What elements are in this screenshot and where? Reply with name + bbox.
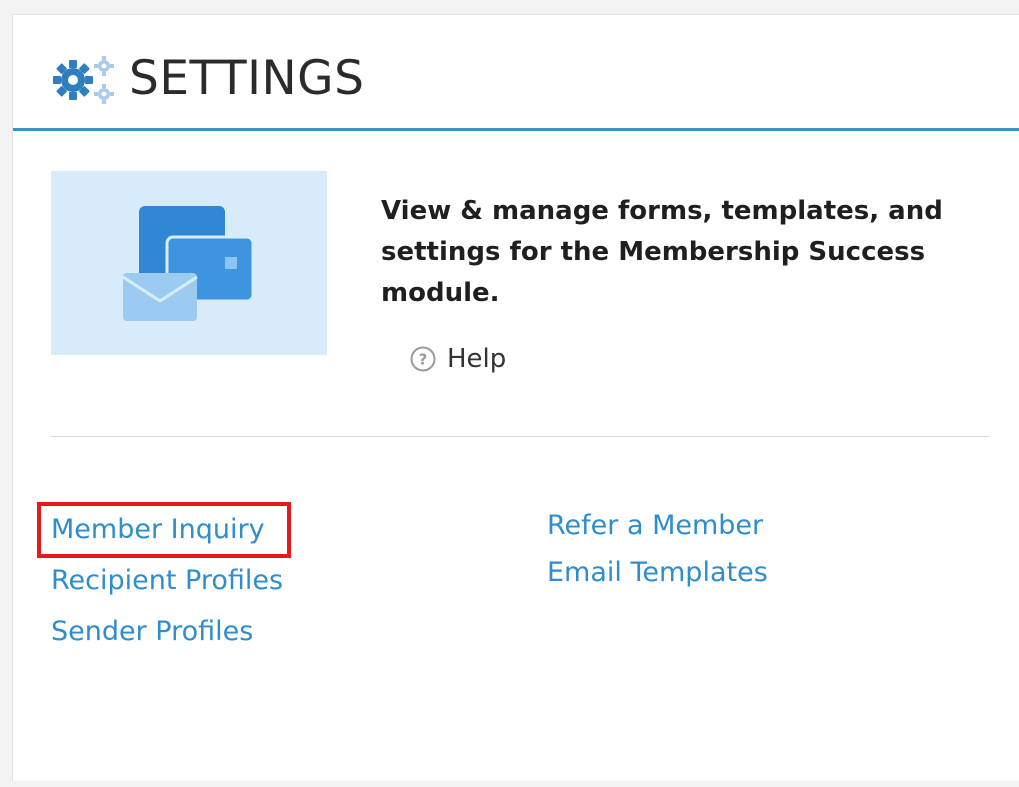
help-button[interactable]: ? Help (409, 339, 506, 379)
question-circle-icon: ? (410, 346, 436, 372)
section-divider (51, 436, 989, 437)
gears-icon (53, 56, 114, 104)
sender-profiles-link[interactable]: Sender Profiles (51, 614, 253, 650)
recipient-profiles-link[interactable]: Recipient Profiles (51, 563, 283, 599)
module-description: View & manage forms, templates, and sett… (381, 196, 943, 308)
page-title: SETTINGS (129, 51, 365, 106)
settings-panel: SETTINGS View & manage forms, templates,… (12, 14, 1019, 781)
svg-text:?: ? (419, 351, 428, 369)
email-templates-link[interactable]: Email Templates (547, 555, 768, 591)
envelope-cards-illustration (51, 171, 327, 355)
settings-header: SETTINGS (13, 15, 1019, 131)
help-label: Help (447, 344, 507, 374)
refer-a-member-link[interactable]: Refer a Member (547, 508, 763, 544)
member-inquiry-link[interactable]: Member Inquiry (51, 512, 265, 548)
